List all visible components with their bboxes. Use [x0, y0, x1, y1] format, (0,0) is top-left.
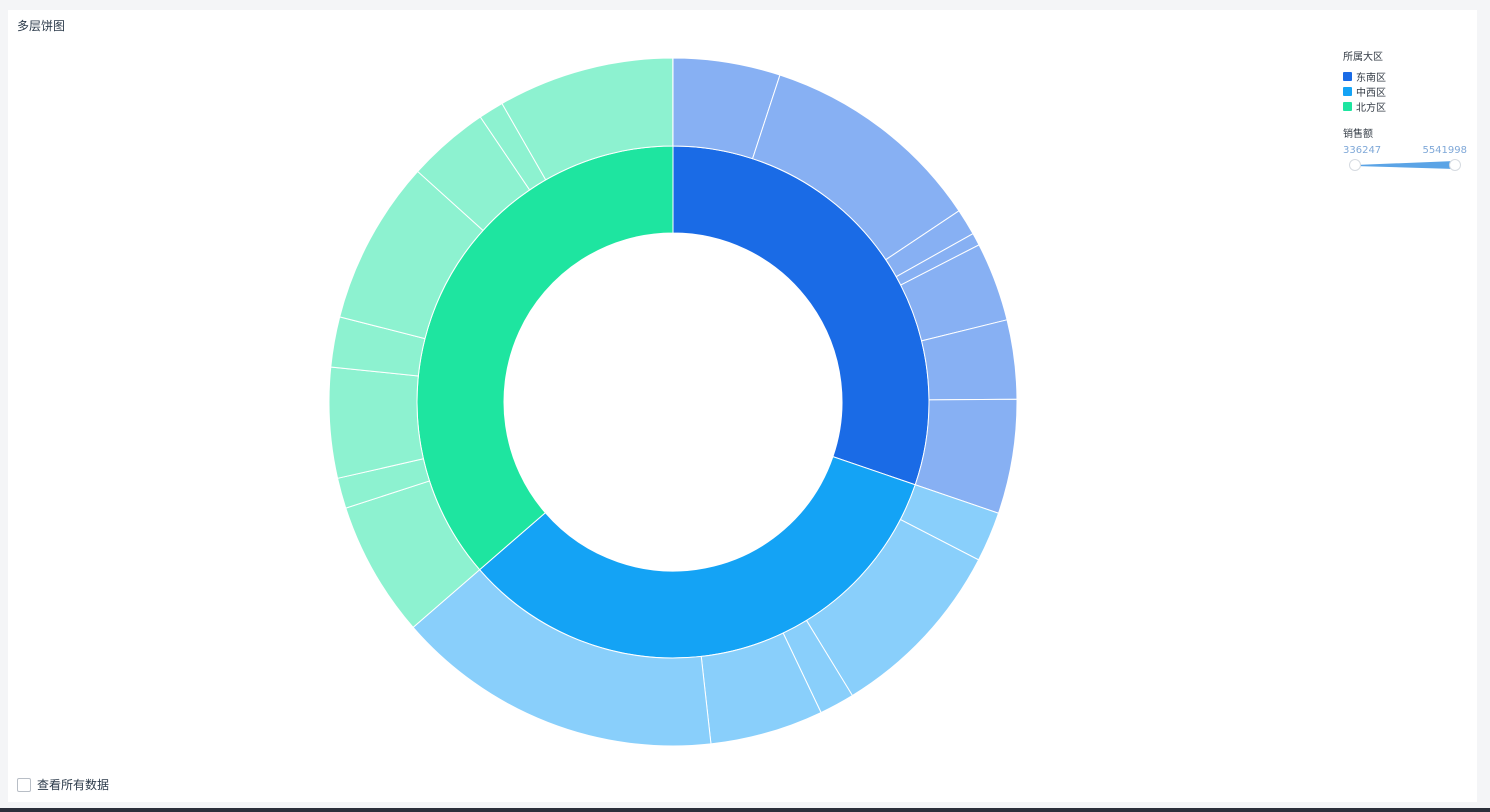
- legend-swatch: [1343, 87, 1352, 96]
- legend-label: 中西区: [1356, 88, 1386, 99]
- bottom-bar: [0, 808, 1490, 812]
- legend-label: 东南区: [1356, 73, 1386, 84]
- sales-range-filter: 销售额 336247 5541998: [1343, 125, 1467, 172]
- range-slider[interactable]: [1349, 158, 1461, 172]
- inner-ring: [416, 145, 930, 659]
- legend-title: 所属大区: [1343, 52, 1383, 63]
- range-max-value: 5541998: [1422, 145, 1467, 156]
- multi-level-pie-chart: [328, 57, 1018, 747]
- view-all-data-toggle[interactable]: 查看所有数据: [17, 776, 109, 793]
- legend-label: 北方区: [1356, 103, 1386, 114]
- legend: 所属大区 东南区 中西区 北方区: [1343, 48, 1473, 114]
- range-min-handle[interactable]: [1349, 159, 1361, 171]
- range-track-shape: [1355, 161, 1455, 169]
- legend-swatch: [1343, 72, 1352, 81]
- range-values: 336247 5541998: [1343, 145, 1467, 156]
- legend-swatch: [1343, 102, 1352, 111]
- legend-item-beifang[interactable]: 北方区: [1343, 99, 1473, 114]
- chart-panel: 多层饼图 所属大区 东南区 中西区 北方区 销售额 336247 5541998: [8, 10, 1477, 802]
- range-min-value: 336247: [1343, 145, 1382, 156]
- checkbox[interactable]: [17, 777, 31, 792]
- range-title: 销售额: [1343, 129, 1373, 140]
- checkbox-label: 查看所有数据: [37, 778, 110, 792]
- outer-slice-15[interactable]: [328, 366, 424, 479]
- range-max-handle[interactable]: [1449, 159, 1461, 171]
- legend-item-zhongxi[interactable]: 中西区: [1343, 84, 1473, 99]
- legend-item-dongnan[interactable]: 东南区: [1343, 69, 1473, 84]
